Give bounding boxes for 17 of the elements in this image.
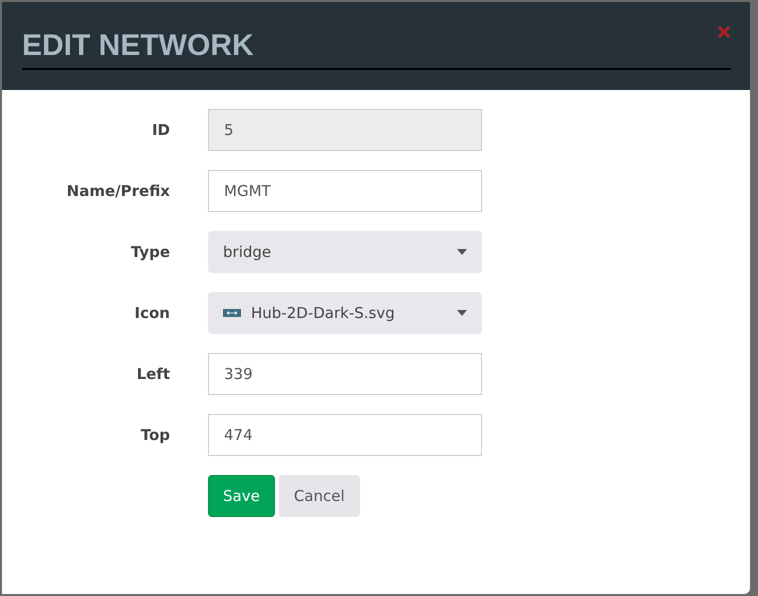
input-field[interactable]: 474 <box>208 414 482 456</box>
field-label: Type <box>130 243 170 261</box>
cancel-button[interactable]: Cancel <box>278 475 360 517</box>
close-icon[interactable] <box>717 25 731 39</box>
field-label: Top <box>140 426 170 444</box>
input-field[interactable]: MGMT <box>208 170 482 212</box>
select-field[interactable]: Hub-2D-Dark-S.svg <box>208 292 482 334</box>
caret-icon <box>457 249 467 255</box>
field-label: Name/Prefix <box>66 182 170 200</box>
input-field[interactable]: 339 <box>208 353 482 395</box>
select-field[interactable]: bridge <box>208 231 482 273</box>
dialog-title: EDIT NETWORK <box>22 26 731 70</box>
hub-icon <box>223 309 241 317</box>
field-label: Icon <box>134 304 170 322</box>
field-label: Left <box>136 365 170 383</box>
caret-icon <box>457 310 467 316</box>
field-label: ID <box>150 121 170 139</box>
